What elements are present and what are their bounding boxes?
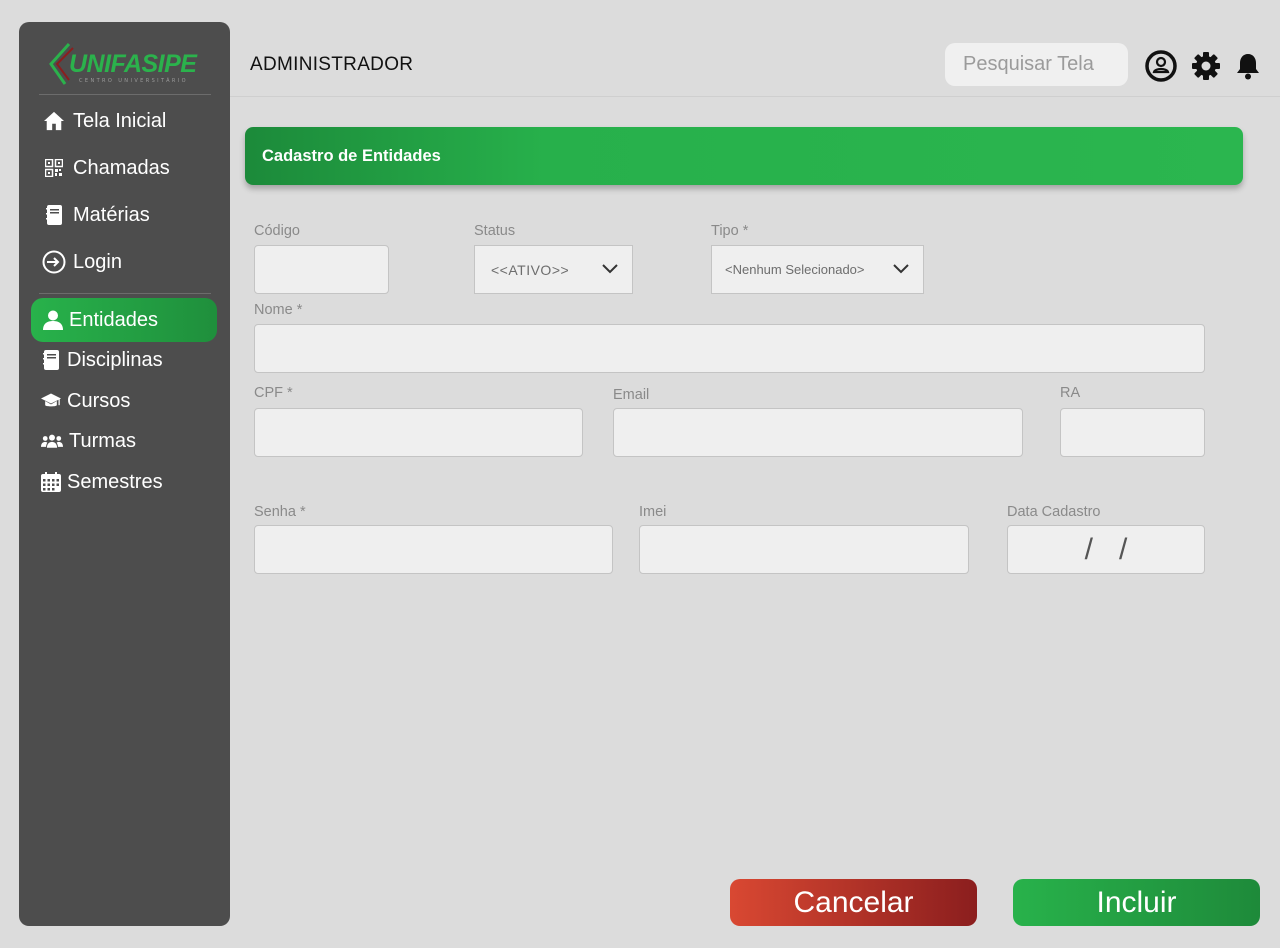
- home-icon: [41, 108, 67, 134]
- date-separator: /: [1119, 532, 1128, 566]
- status-value: <<ATIVO>>: [491, 261, 570, 278]
- brand-logo: UNIFASIPE CENTRO UNIVERSITÁRIO: [47, 42, 207, 90]
- sidebar-item-label: Cursos: [67, 389, 131, 412]
- codigo-field[interactable]: [254, 245, 389, 294]
- qr-code-icon: [41, 155, 67, 181]
- sidebar-item-label: Matérias: [73, 203, 150, 226]
- imei-label: Imei: [639, 504, 667, 520]
- imei-field[interactable]: [639, 525, 969, 574]
- sidebar-item-label: Login: [73, 250, 122, 273]
- sidebar-item-login[interactable]: Login: [41, 244, 216, 280]
- sidebar-item-turmas[interactable]: Turmas: [41, 423, 216, 459]
- header-divider: [230, 96, 1280, 97]
- sidebar-item-label: Entidades: [69, 308, 158, 331]
- data-cadastro-label: Data Cadastro: [1007, 504, 1101, 520]
- sidebar-item-chamadas[interactable]: Chamadas: [41, 150, 216, 186]
- email-field[interactable]: [613, 408, 1023, 457]
- form-title: Cadastro de Entidades: [262, 147, 441, 165]
- ra-field[interactable]: [1060, 408, 1205, 457]
- email-label: Email: [613, 387, 650, 403]
- sidebar-item-semestres[interactable]: Semestres: [41, 464, 216, 500]
- date-separator: /: [1084, 532, 1093, 566]
- nome-field[interactable]: [254, 324, 1205, 373]
- nome-label: Nome *: [254, 302, 303, 318]
- sidebar-item-label: Chamadas: [73, 156, 170, 179]
- tipo-select[interactable]: <Nenhum Selecionado>: [711, 245, 924, 294]
- status-label: Status: [474, 223, 516, 239]
- brand-name: UNIFASIPE: [69, 50, 197, 78]
- senha-field[interactable]: [254, 525, 613, 574]
- form-header-banner: Cadastro de Entidades: [245, 127, 1243, 185]
- cancel-button[interactable]: Cancelar: [730, 879, 977, 926]
- page-title: ADMINISTRADOR: [250, 54, 414, 75]
- sidebar-item-entidades[interactable]: Entidades: [31, 298, 217, 342]
- divider: [39, 94, 211, 95]
- sidebar-item-label: Tela Inicial: [73, 109, 167, 132]
- status-select[interactable]: <<ATIVO>>: [474, 245, 633, 294]
- calendar-icon: [41, 469, 61, 495]
- ra-label: RA: [1060, 385, 1081, 401]
- search-input[interactable]: [945, 43, 1128, 86]
- sidebar-item-tela-inicial[interactable]: Tela Inicial: [41, 103, 216, 139]
- divider: [39, 293, 211, 294]
- user-circle-icon[interactable]: [1145, 50, 1177, 82]
- cpf-field[interactable]: [254, 408, 583, 457]
- user-icon: [43, 307, 63, 333]
- sidebar-item-cursos[interactable]: Cursos: [41, 383, 216, 419]
- cpf-label: CPF *: [254, 385, 293, 401]
- bell-icon[interactable]: [1232, 50, 1264, 82]
- sidebar-item-label: Turmas: [69, 429, 137, 452]
- sidebar-item-label: Disciplinas: [67, 348, 163, 371]
- sidebar-item-disciplinas[interactable]: Disciplinas: [41, 342, 216, 378]
- graduation-cap-icon: [41, 388, 61, 414]
- codigo-label: Código: [254, 223, 300, 239]
- users-icon: [41, 428, 63, 454]
- senha-label: Senha *: [254, 504, 306, 520]
- notebook-icon: [41, 202, 67, 228]
- gear-icon[interactable]: [1190, 50, 1222, 82]
- chevron-down-icon: [893, 261, 909, 279]
- sidebar-item-label: Semestres: [67, 470, 163, 493]
- include-button[interactable]: Incluir: [1013, 879, 1260, 926]
- tipo-label: Tipo *: [711, 223, 749, 239]
- data-cadastro-field[interactable]: / /: [1007, 525, 1205, 574]
- notebook-icon: [41, 347, 61, 373]
- tipo-value: <Nenhum Selecionado>: [725, 262, 865, 277]
- chevron-down-icon: [602, 261, 618, 279]
- sidebar: UNIFASIPE CENTRO UNIVERSITÁRIO Tela Inic…: [19, 22, 230, 926]
- brand-subtitle: CENTRO UNIVERSITÁRIO: [79, 78, 188, 84]
- sidebar-item-materias[interactable]: Matérias: [41, 197, 216, 233]
- login-icon: [41, 249, 67, 275]
